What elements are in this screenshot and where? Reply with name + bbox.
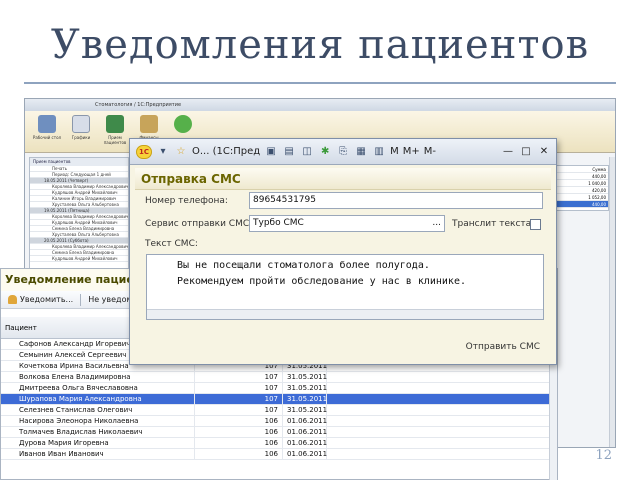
desk-icon <box>38 115 56 133</box>
1c-logo-icon[interactable]: 1C <box>136 144 152 159</box>
calendar-icon <box>72 115 90 133</box>
translit-checkbox[interactable] <box>530 219 541 230</box>
memory-minus-button[interactable]: M- <box>424 146 436 157</box>
close-icon[interactable]: ✕ <box>536 144 552 160</box>
dropdown-icon[interactable]: ▾ <box>156 145 170 159</box>
patient-name-cell: Волкова Елена Владимировна <box>1 372 195 382</box>
patient-name-cell: Селезнев Станислав Олегович <box>1 405 195 415</box>
sms-titlebar: 1C ▾ ☆ О... (1С:Пред ▣ ▤ ◫ ✱ ⎘ ▦ ▥ M M+ … <box>130 139 556 165</box>
send-sms-button[interactable]: Отправить СМС <box>466 342 540 352</box>
code-cell: 107 <box>195 394 283 404</box>
date-cell: 01.06.2011 <box>283 438 327 448</box>
table-row[interactable]: Дмитреева Ольга Вячеславовна 107 31.05.201… <box>1 383 557 394</box>
panel-row[interactable]: Кудряшов Андрей Михайлович <box>30 256 128 262</box>
code-cell: 106 <box>195 427 283 437</box>
ribbon-desk[interactable]: Рабочий стол <box>31 115 63 140</box>
preview-icon[interactable]: ◫ <box>300 145 314 159</box>
patient-name-cell: Толмачев Владислав Николаевич <box>1 427 195 437</box>
table-row[interactable]: Насирова Элеонора Николаевна 106 01.06.201… <box>1 416 557 427</box>
sms-text-scrollbar[interactable] <box>147 309 543 319</box>
maximize-icon[interactable]: □ <box>518 144 534 160</box>
code-cell: 106 <box>195 449 283 459</box>
sms-header: Отправка СМС <box>135 168 551 190</box>
sms-text-content: Вы не посещали стоматолога более полугод… <box>177 260 466 287</box>
table-row[interactable]: Иванов Иван Иванович 106 01.06.2011 <box>1 449 557 460</box>
toolbar-separator <box>80 293 82 306</box>
sms-text-field[interactable]: Вы не посещали стоматолога более полугод… <box>146 254 544 320</box>
window-controls: — □ ✕ <box>500 144 556 160</box>
slide: Стоматология / 1С:Предприятие Рабочий ст… <box>0 0 640 480</box>
calculator-icon[interactable]: ▥ <box>372 145 386 159</box>
ribbon-patients[interactable]: Прием пациентов <box>99 115 131 145</box>
background-window-title: Стоматология / 1С:Предприятие <box>25 99 615 111</box>
sms-window-title: О... (1С:Пред <box>192 146 261 157</box>
panel-title: Прием пациентов <box>30 158 128 166</box>
ribbon-schedules[interactable]: Графики <box>65 115 97 140</box>
patient-name-cell: Дурова Мария Игоревна <box>1 438 195 448</box>
save-icon[interactable]: ▣ <box>264 145 278 159</box>
code-cell: 107 <box>195 405 283 415</box>
add-favorite-icon[interactable]: ✱ <box>318 145 332 159</box>
chat-icon <box>174 115 192 133</box>
print-icon[interactable]: ▤ <box>282 145 296 159</box>
table-row[interactable]: Дурова Мария Игоревна 106 01.06.2011 <box>1 438 557 449</box>
star-icon[interactable]: ☆ <box>174 145 188 159</box>
patient-name-cell: Иванов Иван Иванович <box>1 449 195 459</box>
ribbon-chat[interactable] <box>167 115 199 135</box>
code-cell: 106 <box>195 416 283 426</box>
table-row[interactable]: Селезнев Станислав Олегович 107 31.05.2011 <box>1 405 557 416</box>
minimize-icon[interactable]: — <box>500 144 516 160</box>
notify-button[interactable]: Уведомить... <box>5 294 76 305</box>
title-underline <box>24 82 616 84</box>
patient-name-cell: Насирова Элеонора Николаевна <box>1 416 195 426</box>
date-cell: 01.06.2011 <box>283 427 327 437</box>
patient-name-cell: Шурапова Мария Александровна <box>1 394 195 404</box>
slide-title: Уведомления пациентов <box>50 22 590 68</box>
service-choose-button[interactable]: ... <box>432 216 441 231</box>
memory-plus-button[interactable]: M+ <box>403 146 420 157</box>
date-cell: 31.05.2011 <box>283 394 327 404</box>
sms-text-label: Текст СМС: <box>145 239 198 249</box>
doctor-icon <box>106 115 124 133</box>
ribbon-finance[interactable]: Финансы <box>133 115 165 140</box>
calendar-icon[interactable]: ▦ <box>354 145 368 159</box>
code-cell: 107 <box>195 383 283 393</box>
date-cell: 31.05.2011 <box>283 372 327 382</box>
background-scrollbar[interactable] <box>609 157 615 447</box>
date-cell: 01.06.2011 <box>283 449 327 459</box>
panel-rows: Печать Период: Следующая 1 дней 18.05.2011… <box>30 166 128 262</box>
sms-dialog: 1C ▾ ☆ О... (1С:Пред ▣ ▤ ◫ ✱ ⎘ ▦ ▥ M M+ … <box>129 138 557 365</box>
memory-button[interactable]: M <box>390 146 399 157</box>
service-select[interactable]: Турбо СМС ... <box>249 215 445 232</box>
translit-label: Транслит текста: <box>452 219 535 229</box>
money-icon <box>140 115 158 133</box>
table-row[interactable]: Шурапова Мария Александровна 107 31.05.201… <box>1 394 557 405</box>
table-row[interactable]: Толмачев Владислав Николаевич 106 01.06.20… <box>1 427 557 438</box>
phone-field[interactable]: 89654531795 <box>249 192 543 209</box>
patient-name-cell: Дмитреева Ольга Вячеславовна <box>1 383 195 393</box>
date-cell: 01.06.2011 <box>283 416 327 426</box>
service-label: Сервис отправки СМС: <box>145 219 253 229</box>
bell-icon <box>8 295 17 304</box>
phone-label: Номер телефона: <box>145 196 228 206</box>
code-cell: 106 <box>195 438 283 448</box>
copy-icon[interactable]: ⎘ <box>336 145 350 159</box>
code-cell: 107 <box>195 372 283 382</box>
slide-number: 12 <box>595 448 612 463</box>
date-cell: 31.05.2011 <box>283 383 327 393</box>
date-cell: 31.05.2011 <box>283 405 327 415</box>
table-row[interactable]: Волкова Елена Владимировна 107 31.05.2011 <box>1 372 557 383</box>
